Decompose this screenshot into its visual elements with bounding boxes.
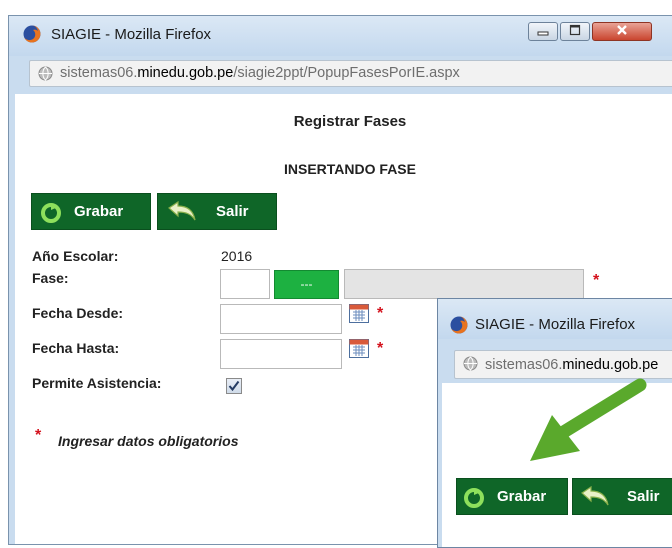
exit-arrow-icon (168, 200, 196, 221)
pointer-arrow-annotation (530, 378, 647, 461)
globe-icon (38, 66, 53, 81)
save-icon (41, 203, 61, 223)
zoom-title-bar: SIAGIE - Mozilla Firefox (438, 299, 672, 339)
close-button[interactable] (592, 22, 652, 41)
zoom-firefox-icon (450, 316, 468, 334)
zoom-window-title: SIAGIE - Mozilla Firefox (475, 316, 636, 333)
fase-label: Fase: (32, 270, 69, 286)
fecha-hasta-calendar-icon[interactable] (349, 339, 369, 358)
fecha-desde-input[interactable] (220, 304, 342, 334)
fecha-desde-calendar-icon[interactable] (349, 304, 369, 323)
maximize-button[interactable] (560, 22, 590, 41)
required-note: Ingresar datos obligatorios (58, 433, 239, 449)
minimize-button[interactable] (528, 22, 558, 41)
asistencia-checkbox[interactable] (226, 378, 242, 394)
salir-button[interactable]: Salir (157, 193, 277, 230)
fecha-desde-label: Fecha Desde: (32, 305, 124, 321)
firefox-icon (23, 25, 41, 43)
fase-required-marker: * (593, 272, 600, 289)
page-subtitle: INSERTANDO FASE (284, 161, 416, 177)
fase-description-field (344, 269, 584, 299)
window-title: SIAGIE - Mozilla Firefox (51, 26, 212, 43)
zoom-save-icon (464, 488, 484, 508)
address-bar[interactable]: sistemas06.minedu.gob.pe/siagie2ppt/Popu… (29, 60, 672, 87)
zoom-url-text: sistemas06.minedu.gob.pe (485, 357, 659, 373)
grabar-button[interactable]: Grabar (31, 193, 151, 230)
url-text: sistemas06.minedu.gob.pe/siagie2ppt/Popu… (60, 65, 460, 81)
title-bar: SIAGIE - Mozilla Firefox (9, 16, 672, 56)
zoom-globe-icon (463, 356, 478, 371)
zoom-salir-button: Salir (572, 478, 672, 515)
zoom-grabar-button: Grabar (456, 478, 568, 515)
fecha-hasta-input[interactable] (220, 339, 342, 369)
fase-search-button[interactable]: --- (274, 270, 339, 299)
fase-code-input[interactable] (220, 269, 270, 299)
fecha-desde-required-marker: * (377, 305, 384, 322)
fecha-hasta-label: Fecha Hasta: (32, 340, 120, 356)
asistencia-label: Permite Asistencia: (32, 375, 162, 391)
anio-label: Año Escolar: (32, 248, 119, 264)
page-title: Registrar Fases (293, 113, 407, 130)
fecha-hasta-required-marker: * (377, 340, 384, 357)
note-required-marker: * (35, 427, 42, 444)
zoom-exit-arrow-icon (581, 485, 609, 506)
anio-value: 2016 (221, 248, 253, 264)
